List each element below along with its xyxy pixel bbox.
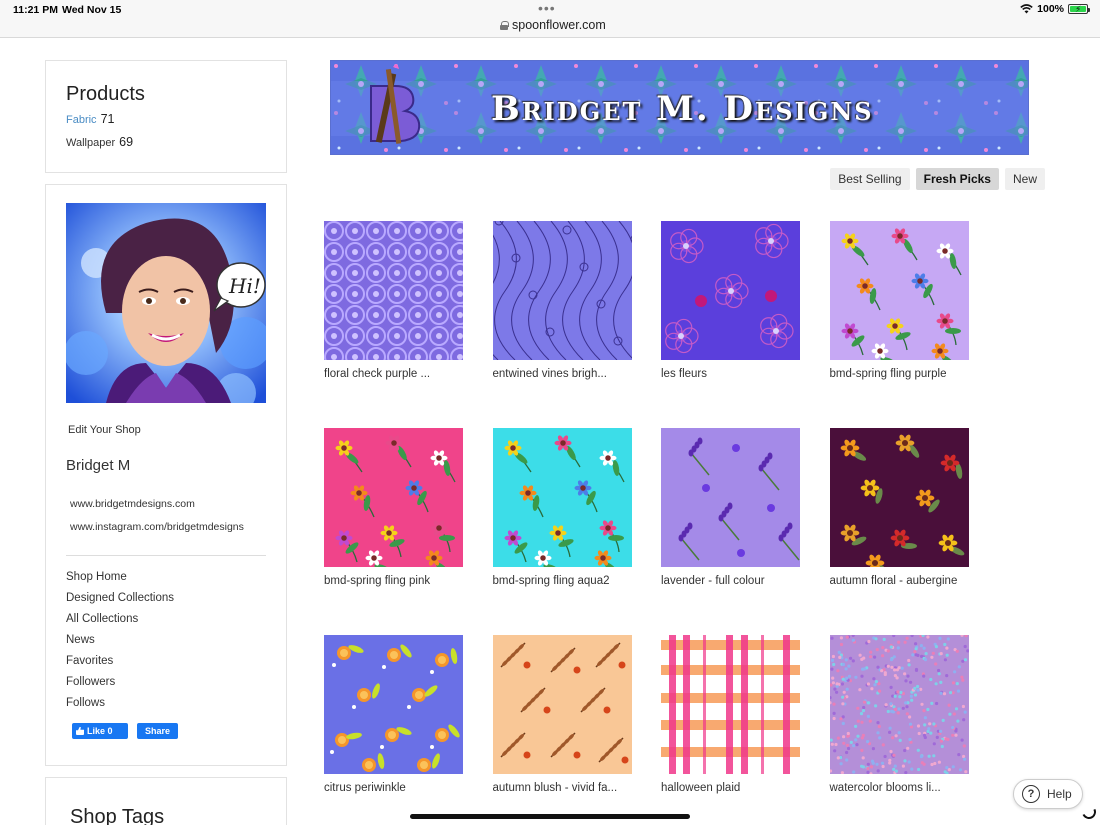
- nav-all-collections[interactable]: All Collections: [66, 612, 174, 633]
- design-caption[interactable]: les fleurs: [661, 368, 800, 380]
- product-label[interactable]: Fabric: [66, 114, 97, 126]
- design-tile[interactable]: halloween plaid: [661, 635, 800, 794]
- design-thumbnail[interactable]: [661, 428, 800, 567]
- design-tile[interactable]: entwined vines brigh...: [492, 221, 632, 380]
- facebook-like-label: Like 0: [87, 726, 113, 736]
- design-tile[interactable]: bmd-spring fling aqua2: [492, 428, 632, 587]
- design-thumbnail[interactable]: [492, 428, 632, 567]
- sort-tabs: Best Selling Fresh Picks New: [830, 168, 1045, 190]
- sort-best-selling[interactable]: Best Selling: [830, 168, 910, 190]
- battery-percent: 100%: [1037, 3, 1064, 15]
- design-caption[interactable]: autumn floral - aubergine: [830, 575, 969, 587]
- shop-owner-name: Bridget M: [66, 457, 131, 474]
- design-thumbnail[interactable]: [661, 221, 800, 360]
- design-thumbnail[interactable]: [829, 635, 969, 774]
- shop-tags-panel: Shop Tags: [45, 777, 287, 825]
- address-bar[interactable]: spoonflower.com: [500, 18, 606, 32]
- shop-tags-title: Shop Tags: [70, 806, 165, 825]
- design-tile[interactable]: bmd-spring fling pink: [324, 428, 463, 587]
- nav-favorites[interactable]: Favorites: [66, 654, 174, 675]
- nav-follows[interactable]: Follows: [66, 696, 174, 717]
- design-caption[interactable]: bmd-spring fling pink: [324, 575, 463, 587]
- design-thumbnail[interactable]: [829, 428, 969, 567]
- help-button[interactable]: ? Help: [1013, 779, 1083, 809]
- design-thumbnail[interactable]: [324, 428, 463, 567]
- edit-shop-link[interactable]: Edit Your Shop: [68, 424, 141, 436]
- sort-new[interactable]: New: [1004, 168, 1045, 190]
- design-tile[interactable]: les fleurs: [661, 221, 800, 380]
- products-panel: Products Fabric 71 Wallpaper 69: [45, 60, 287, 173]
- design-thumbnail[interactable]: [829, 221, 969, 360]
- design-caption[interactable]: bmd-spring fling purple: [830, 368, 969, 380]
- more-dots-icon[interactable]: •••: [538, 0, 556, 16]
- product-count: 71: [100, 112, 115, 126]
- avatar-speech-text: Hi!: [228, 274, 261, 298]
- nav-followers[interactable]: Followers: [66, 675, 174, 696]
- design-tile[interactable]: lavender - full colour: [661, 428, 800, 587]
- address-url: spoonflower.com: [512, 18, 606, 32]
- nav-designed-collections[interactable]: Designed Collections: [66, 591, 174, 612]
- products-title: Products: [66, 83, 145, 105]
- design-caption[interactable]: autumn blush - vivid fa...: [493, 782, 632, 794]
- design-thumbnail[interactable]: [492, 221, 632, 360]
- design-tile[interactable]: autumn floral - aubergine: [829, 428, 969, 587]
- product-fabric[interactable]: Fabric 71: [66, 112, 114, 126]
- design-tile[interactable]: bmd-spring fling purple: [829, 221, 969, 380]
- question-icon: ?: [1022, 785, 1040, 803]
- banner-title: Bridget M. Designs: [491, 89, 874, 129]
- product-label[interactable]: Wallpaper: [66, 137, 115, 149]
- product-count: 69: [119, 135, 134, 149]
- nav-shop-home[interactable]: Shop Home: [66, 570, 174, 591]
- design-caption[interactable]: lavender - full colour: [661, 575, 800, 587]
- facebook-like-button[interactable]: Like 0: [72, 723, 128, 739]
- product-wallpaper[interactable]: Wallpaper 69: [66, 135, 133, 149]
- design-thumbnail[interactable]: [492, 635, 632, 774]
- design-tile[interactable]: citrus periwinkle: [324, 635, 463, 794]
- shop-avatar: Hi!: [66, 203, 266, 403]
- nav-news[interactable]: News: [66, 633, 174, 654]
- clock-time: 11:21 PM: [13, 4, 58, 16]
- help-label: Help: [1047, 787, 1072, 801]
- design-thumbnail[interactable]: [324, 221, 463, 360]
- design-caption[interactable]: citrus periwinkle: [324, 782, 463, 794]
- shop-nav: Shop Home Designed Collections All Colle…: [66, 570, 174, 717]
- shop-profile-panel: Hi! Edit Your Shop Bridget M www.bridget…: [45, 184, 287, 766]
- shop-banner: Bridget M. Designs: [330, 60, 1029, 155]
- design-caption[interactable]: halloween plaid: [661, 782, 800, 794]
- scroll-corner-icon: [1080, 803, 1098, 821]
- design-tile[interactable]: watercolor blooms li...: [829, 635, 969, 794]
- instagram-link[interactable]: www.instagram.com/bridgetmdesigns: [70, 521, 244, 533]
- design-caption[interactable]: floral check purple ...: [324, 368, 463, 380]
- lock-icon: [500, 20, 509, 30]
- design-caption[interactable]: entwined vines brigh...: [493, 368, 632, 380]
- divider: [66, 555, 266, 556]
- browser-status-bar: 11:21 PM Wed Nov 15 ••• spoonflower.com …: [0, 0, 1100, 38]
- design-caption[interactable]: bmd-spring fling aqua2: [493, 575, 632, 587]
- wifi-icon: [1020, 4, 1033, 14]
- design-thumbnail[interactable]: [661, 635, 800, 774]
- design-tile[interactable]: autumn blush - vivid fa...: [492, 635, 632, 794]
- clock-date: Wed Nov 15: [62, 4, 122, 16]
- charging-bolt-icon: ⚡: [1075, 4, 1082, 14]
- thumbs-up-icon: [76, 727, 84, 735]
- system-indicators: 100% ⚡: [1020, 3, 1090, 15]
- facebook-share-button[interactable]: Share: [137, 723, 178, 739]
- battery-icon: ⚡: [1068, 4, 1090, 14]
- home-indicator[interactable]: [410, 814, 690, 819]
- design-caption[interactable]: watercolor blooms li...: [830, 782, 969, 794]
- design-thumbnail[interactable]: [324, 635, 463, 774]
- website-link[interactable]: www.bridgetmdesigns.com: [70, 498, 195, 510]
- sort-fresh-picks[interactable]: Fresh Picks: [915, 168, 999, 190]
- design-tile[interactable]: floral check purple ...: [324, 221, 463, 380]
